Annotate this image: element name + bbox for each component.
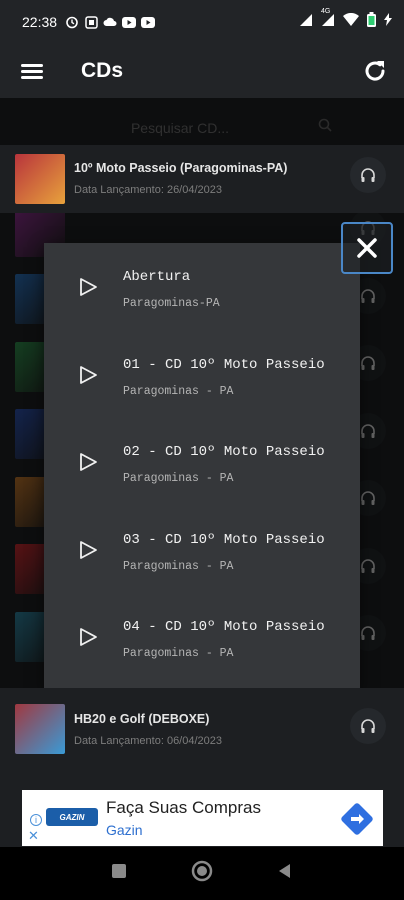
headphones-icon — [361, 719, 375, 733]
close-dialog-button[interactable] — [341, 222, 393, 274]
cd-cover-thumbnail — [15, 153, 65, 204]
ad-banner[interactable]: i ✕ GAZIN Faça Suas Compras Gazin — [22, 790, 383, 846]
cd-release-date: Data Lançamento: 06/04/2023 — [74, 734, 223, 747]
cd-release-date: Data Lançamento: 26/04/2023 — [74, 184, 223, 197]
ad-directions-button[interactable] — [341, 803, 373, 835]
track-subtitle: Paragominas-PA — [123, 297, 220, 310]
play-icon[interactable] — [78, 277, 98, 297]
home-button[interactable] — [190, 859, 214, 888]
headphones-icon — [361, 168, 375, 182]
wifi-icon — [343, 12, 359, 31]
track-list-dialog: Abertura Paragominas-PA 01 - CD 10º Moto… — [44, 243, 360, 690]
network-4g-icon: 4G — [321, 8, 335, 32]
track-subtitle: Paragominas - PA — [123, 559, 234, 573]
system-nav-bar — [0, 847, 404, 900]
track-subtitle: Paragominas - PA — [123, 472, 234, 485]
cd-cover-thumbnail — [15, 704, 65, 754]
play-icon[interactable] — [78, 627, 98, 647]
alarm-icon — [65, 15, 79, 29]
notification-app-icon — [84, 15, 98, 29]
play-icon[interactable] — [78, 365, 98, 385]
app-bar: CDs — [0, 44, 404, 98]
track-subtitle: Paragominas - PA — [123, 384, 234, 398]
play-icon[interactable] — [78, 452, 98, 472]
track-title: 02 - CD 10º Moto Passeio — [123, 444, 325, 460]
youtube-icon — [122, 15, 137, 29]
battery-icon — [367, 12, 376, 32]
track-title: Abertura — [123, 269, 191, 285]
track-item[interactable]: 04 - CD 10º Moto Passeio Paragominas - P… — [44, 593, 360, 680]
track-item[interactable]: Abertura Paragominas-PA — [44, 243, 360, 330]
network-label: 4G — [321, 7, 331, 15]
refresh-icon — [365, 61, 385, 81]
status-time: 22:38 — [22, 14, 58, 30]
circle-icon — [191, 860, 213, 882]
play-icon[interactable] — [78, 540, 98, 560]
hamburger-icon — [21, 61, 43, 82]
charging-icon — [384, 13, 392, 31]
signal-icon — [299, 13, 313, 32]
cloud-icon — [103, 15, 117, 29]
menu-button[interactable] — [0, 44, 64, 98]
recents-button[interactable] — [110, 862, 128, 885]
list-item[interactable]: HB20 e Golf (DEBOXE) Data Lançamento: 06… — [0, 688, 404, 770]
cd-title: HB20 e Golf (DEBOXE) — [74, 711, 210, 726]
ad-close-icon[interactable]: ✕ — [28, 828, 39, 844]
track-title: 04 - CD 10º Moto Passeio — [123, 619, 325, 635]
directions-arrow-icon — [341, 803, 373, 835]
ad-headline: Faça Suas Compras — [106, 798, 261, 817]
close-icon — [357, 238, 377, 258]
track-item[interactable]: 03 - CD 10º Moto Passeio Paragominas - P… — [44, 506, 360, 593]
gazin-logo: GAZIN — [46, 808, 98, 826]
list-item[interactable]: 10º Moto Passeio (Paragominas-PA) Data L… — [0, 145, 404, 213]
status-bar: 22:38 4G — [0, 0, 404, 44]
cd-title: 10º Moto Passeio (Paragominas-PA) — [74, 161, 288, 176]
track-item[interactable]: 02 - CD 10º Moto Passeio Paragominas - P… — [44, 418, 360, 505]
page-title: CDs — [81, 59, 124, 82]
listen-button[interactable] — [350, 708, 386, 744]
youtube-icon — [141, 15, 156, 29]
track-item[interactable]: 01 - CD 10º Moto Passeio Paragominas - P… — [44, 331, 360, 418]
ad-brand: Gazin — [106, 822, 143, 838]
track-title: 03 - CD 10º Moto Passeio — [123, 531, 325, 548]
triangle-back-icon — [279, 864, 290, 878]
square-icon — [112, 864, 126, 878]
ad-info-icon[interactable]: i — [30, 814, 42, 826]
back-button[interactable] — [276, 862, 294, 885]
track-subtitle: Paragominas - PA — [123, 647, 234, 660]
listen-button[interactable] — [350, 157, 386, 193]
refresh-button[interactable] — [360, 56, 390, 86]
track-title: 01 - CD 10º Moto Passeio — [123, 356, 325, 373]
